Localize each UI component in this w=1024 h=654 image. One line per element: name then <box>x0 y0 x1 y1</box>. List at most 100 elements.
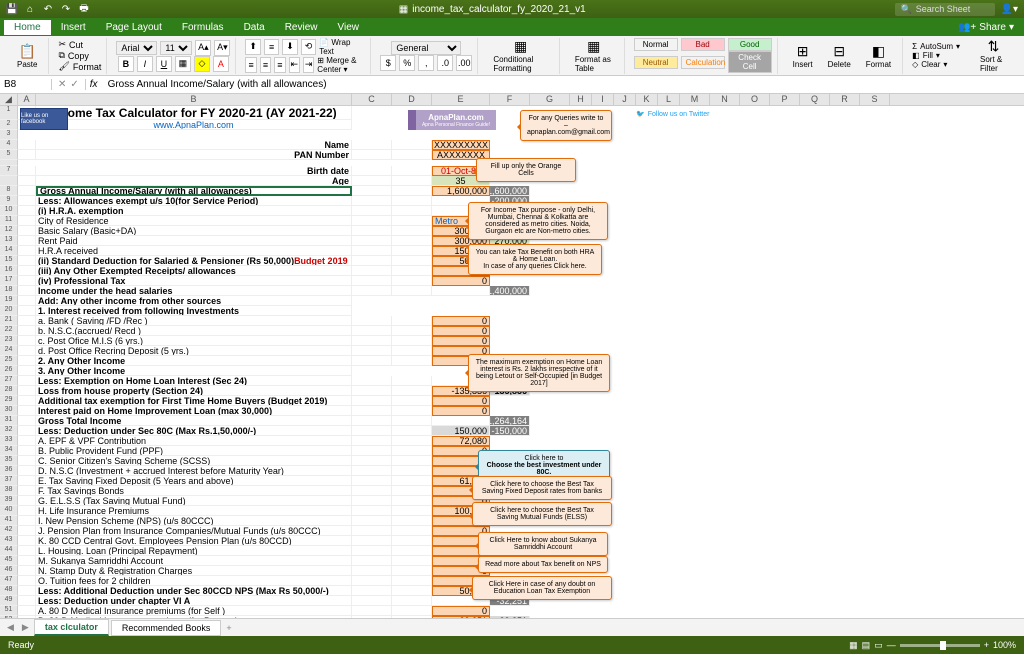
orientation-icon[interactable]: ⟲ <box>301 39 316 55</box>
format-cells-button[interactable]: ◧Format <box>860 41 897 71</box>
share-button[interactable]: 👥+ Share ▾ <box>958 22 1024 33</box>
indent-dec-icon[interactable]: ⇤ <box>289 57 300 73</box>
currency-icon[interactable]: $ <box>380 55 396 71</box>
align-top-icon[interactable]: ⬆ <box>245 39 260 55</box>
increase-font-icon[interactable]: A▴ <box>195 40 211 56</box>
col-header[interactable]: S <box>860 94 890 105</box>
sheet-tab-active[interactable]: tax clculator <box>34 619 109 636</box>
style-bad[interactable]: Bad <box>681 38 725 51</box>
merge-button[interactable]: ⊞ Merge & Center ▾ <box>317 56 365 74</box>
col-header[interactable]: A <box>18 94 36 105</box>
callout-sukanya[interactable]: Click Here to know about Sukanya Samridd… <box>478 532 608 556</box>
col-header[interactable]: R <box>830 94 860 105</box>
align-right-icon[interactable]: ≡ <box>274 57 285 73</box>
font-name[interactable]: Arial <box>116 41 157 55</box>
style-normal[interactable]: Normal <box>634 38 678 51</box>
add-sheet-icon[interactable]: + <box>223 623 234 633</box>
tab-page-layout[interactable]: Page Layout <box>96 20 172 35</box>
tab-review[interactable]: Review <box>275 20 328 35</box>
callout-bestfd[interactable]: Click here to choose the Best Tax Saving… <box>472 476 612 500</box>
align-left-icon[interactable]: ≡ <box>245 57 256 73</box>
undo-icon[interactable]: ↶ <box>42 3 54 15</box>
bold-button[interactable]: B <box>118 56 134 72</box>
sheet-tab-other[interactable]: Recommended Books <box>111 620 222 636</box>
print-icon[interactable]: 🖶 <box>78 3 90 15</box>
sort-filter-button[interactable]: ⇅Sort & Filter <box>974 36 1013 75</box>
formula-input[interactable]: Gross Annual Income/Salary (with all all… <box>102 79 1024 90</box>
indent-inc-icon[interactable]: ⇥ <box>303 57 314 73</box>
zoom-slider[interactable] <box>900 644 980 647</box>
zoom-level[interactable]: 100% <box>993 640 1016 650</box>
col-header[interactable]: E <box>432 94 490 105</box>
tab-insert[interactable]: Insert <box>51 20 96 35</box>
fill-color-button[interactable]: ◇ <box>194 56 210 72</box>
search-input[interactable]: 🔍 Search Sheet <box>895 3 995 16</box>
tab-view[interactable]: View <box>327 20 369 35</box>
col-header[interactable]: H <box>570 94 592 105</box>
conditional-formatting-button[interactable]: ▦Conditional Formatting <box>487 36 554 75</box>
view-layout-icon[interactable]: ▤ <box>862 640 871 651</box>
autosum-button[interactable]: AutoSum <box>920 42 953 51</box>
enter-formula-icon[interactable]: ✓ <box>70 79 78 90</box>
format-as-table-button[interactable]: ▦Format as Table <box>569 36 619 75</box>
callout-hra[interactable]: You can take Tax Benefit on both HRA & H… <box>468 244 602 275</box>
style-calculation[interactable]: Calculation <box>681 56 725 69</box>
sheet-nav-first-icon[interactable]: ◀ <box>4 622 17 633</box>
format-painter-button[interactable]: Format <box>73 62 102 72</box>
user-icon[interactable]: 👤▾ <box>1001 4 1018 15</box>
fx-icon[interactable]: fx <box>86 79 102 90</box>
website-link[interactable]: www.ApnaPlan.com <box>153 120 233 130</box>
sheet-nav-last-icon[interactable]: ▶ <box>19 622 32 633</box>
col-header[interactable]: F <box>490 94 530 105</box>
col-header[interactable]: K <box>636 94 658 105</box>
callout-bestelss[interactable]: Click here to choose the Best Tax Saving… <box>472 502 612 526</box>
facebook-badge[interactable]: Like us on facebook <box>20 108 68 130</box>
align-middle-icon[interactable]: ≡ <box>264 39 279 55</box>
border-button[interactable]: ▦ <box>175 56 191 72</box>
save-icon[interactable]: 💾 <box>6 3 18 15</box>
twitter-badge[interactable]: 🐦 Follow us on Twitter <box>636 110 709 118</box>
col-header[interactable]: Q <box>800 94 830 105</box>
col-header[interactable]: J <box>614 94 636 105</box>
italic-button[interactable]: I <box>137 56 153 72</box>
decrease-font-icon[interactable]: A▾ <box>214 40 230 56</box>
view-pagebreak-icon[interactable]: ▭ <box>874 640 883 651</box>
callout-npsinfo[interactable]: Read more about Tax benefit on NPS <box>478 556 608 573</box>
col-header[interactable]: L <box>658 94 680 105</box>
col-header[interactable]: N <box>710 94 740 105</box>
tab-data[interactable]: Data <box>234 20 275 35</box>
fill-button[interactable]: Fill <box>923 51 933 60</box>
copy-button[interactable]: Copy <box>68 51 89 61</box>
align-center-icon[interactable]: ≡ <box>260 57 271 73</box>
col-header[interactable]: P <box>770 94 800 105</box>
decimal-inc-icon[interactable]: .0 <box>437 55 453 71</box>
view-normal-icon[interactable]: ▦ <box>849 640 858 651</box>
home-qat-icon[interactable]: ⌂ <box>24 3 36 15</box>
paste-button[interactable]: 📋Paste <box>11 41 43 71</box>
callout-eduloan[interactable]: Click Here in case of any doubt on Educa… <box>472 576 612 600</box>
tab-home[interactable]: Home <box>4 20 51 35</box>
style-good[interactable]: Good <box>728 38 772 51</box>
col-header[interactable]: O <box>740 94 770 105</box>
col-header[interactable]: G <box>530 94 570 105</box>
comma-icon[interactable]: , <box>418 55 434 71</box>
col-header[interactable]: I <box>592 94 614 105</box>
percent-icon[interactable]: % <box>399 55 415 71</box>
font-size[interactable]: 11 <box>160 41 192 55</box>
cut-button[interactable]: Cut <box>69 40 83 50</box>
col-header[interactable]: D <box>392 94 432 105</box>
col-header[interactable]: B <box>36 94 352 105</box>
col-header[interactable]: M <box>680 94 710 105</box>
decimal-dec-icon[interactable]: .00 <box>456 55 472 71</box>
clear-button[interactable]: Clear <box>921 60 940 69</box>
style-neutral[interactable]: Neutral <box>634 56 678 69</box>
style-check-cell[interactable]: Check Cell <box>728 51 772 73</box>
underline-button[interactable]: U <box>156 56 172 72</box>
col-header[interactable]: C <box>352 94 392 105</box>
tab-formulas[interactable]: Formulas <box>172 20 234 35</box>
number-format[interactable]: General <box>391 41 461 55</box>
align-bottom-icon[interactable]: ⬇ <box>282 39 297 55</box>
font-color-button[interactable]: A <box>213 56 229 72</box>
wrap-text-button[interactable]: 📄 Wrap Text <box>319 38 365 56</box>
delete-cells-button[interactable]: ⊟Delete <box>822 41 857 71</box>
